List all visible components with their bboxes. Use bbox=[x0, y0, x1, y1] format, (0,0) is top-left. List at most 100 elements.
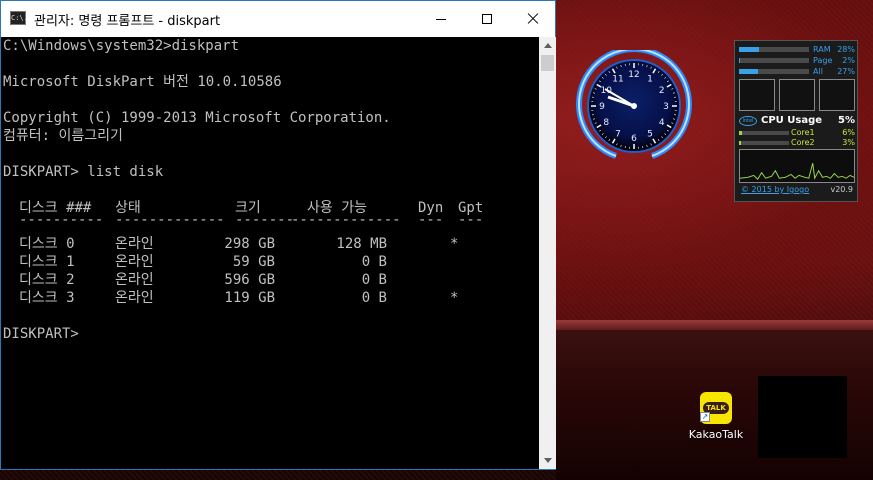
console-line: 컴퓨터: 이름그리기 bbox=[3, 128, 123, 144]
table-cell-size: 59 GB bbox=[232, 254, 275, 270]
maximize-icon bbox=[482, 14, 492, 24]
clock-gadget[interactable]: 12 12 3 45678 9 10 11 bbox=[573, 50, 695, 166]
system-meter-gadget[interactable]: RAM 28% Page 2% All 27% intel CPU Usage … bbox=[734, 40, 858, 202]
core1-bar-fill bbox=[739, 131, 742, 135]
kakaotalk-label[interactable]: KakaoTalk bbox=[682, 428, 750, 441]
clock-numeral: 11 bbox=[612, 74, 623, 84]
core2-label: Core2 bbox=[791, 138, 815, 147]
clock-numeral: 9 bbox=[599, 102, 605, 112]
ram-value: 28% bbox=[837, 45, 855, 54]
scroll-thumb[interactable] bbox=[541, 55, 554, 71]
meter-row-all: All 27% bbox=[739, 67, 855, 76]
maximize-button[interactable] bbox=[464, 1, 510, 37]
clock-numeral: 7 bbox=[615, 130, 621, 140]
meter-row-page: Page 2% bbox=[739, 56, 855, 65]
clock-numeral: 1 bbox=[647, 74, 653, 84]
core1-row: Core1 6% bbox=[739, 128, 855, 138]
clock-numeral: 3 bbox=[663, 102, 669, 112]
table-cell-status: 온라인 bbox=[115, 236, 154, 252]
table-cell-disk: 디스크 1 bbox=[19, 254, 75, 270]
meter-credit-link[interactable]: © 2015 by Igogo bbox=[741, 185, 809, 194]
table-cell-disk: 디스크 2 bbox=[19, 272, 75, 288]
scroll-down-button[interactable] bbox=[539, 452, 556, 469]
page-value: 2% bbox=[842, 56, 855, 65]
col-separator: ------- bbox=[235, 212, 295, 228]
core2-row: Core2 3% bbox=[739, 138, 855, 148]
console-line: Microsoft DiskPart 버전 10.0.10586 bbox=[3, 74, 282, 90]
table-cell-disk: 디스크 3 bbox=[19, 290, 75, 306]
table-cell-status: 온라인 bbox=[115, 290, 154, 306]
ram-label: RAM bbox=[813, 45, 831, 54]
cpu-usage-graph bbox=[739, 149, 855, 183]
console-output[interactable]: C:\Windows\system32>diskpart Microsoft D… bbox=[1, 37, 538, 469]
console-prompt[interactable]: DISKPART> bbox=[3, 325, 79, 343]
clock-numeral: 12 bbox=[628, 70, 639, 80]
all-bar-fill bbox=[739, 69, 758, 74]
core1-label: Core1 bbox=[791, 128, 815, 137]
meter-version: v20.9 bbox=[830, 185, 853, 194]
table-cell-free: 0 B bbox=[361, 254, 387, 270]
ram-bar bbox=[739, 47, 809, 52]
close-icon bbox=[527, 13, 539, 25]
table-cell-gpt: * bbox=[450, 236, 459, 252]
intel-logo-icon: intel bbox=[739, 116, 757, 126]
core1-value: 6% bbox=[842, 128, 855, 137]
title-bar[interactable]: C:\. 관리자: 명령 프롬프트 - diskpart bbox=[1, 1, 555, 37]
clock-numeral: 6 bbox=[631, 134, 637, 144]
all-graph bbox=[819, 79, 855, 111]
core1-bar bbox=[739, 131, 789, 135]
cmd-app-icon[interactable]: C:\. bbox=[10, 11, 28, 25]
page-bar-fill bbox=[739, 58, 741, 63]
minimize-button[interactable] bbox=[418, 1, 464, 37]
core2-value: 3% bbox=[842, 138, 855, 147]
table-cell-size: 119 GB bbox=[224, 290, 275, 306]
col-separator: ---------- bbox=[19, 212, 104, 228]
vertical-scrollbar[interactable] bbox=[539, 37, 556, 469]
table-cell-disk: 디스크 0 bbox=[19, 236, 75, 252]
col-separator: --- bbox=[418, 212, 444, 228]
kakaotalk-shortcut[interactable]: TALK ↗ bbox=[698, 390, 734, 426]
table-cell-status: 온라인 bbox=[115, 272, 154, 288]
table-cell-free: 128 MB bbox=[336, 236, 387, 252]
page-graph bbox=[779, 79, 815, 111]
cpu-value: 5% bbox=[838, 115, 855, 126]
console-line: DISKPART> list disk bbox=[3, 164, 164, 180]
table-cell-size: 298 GB bbox=[224, 236, 275, 252]
meter-row-ram: RAM 28% bbox=[739, 45, 855, 54]
table-cell-size: 596 GB bbox=[224, 272, 275, 288]
col-separator: ------------- bbox=[291, 212, 401, 228]
clock-numeral: 2 bbox=[659, 86, 665, 96]
shortcut-arrow-icon: ↗ bbox=[700, 412, 710, 422]
all-label: All bbox=[813, 67, 823, 76]
col-separator: ------------- bbox=[115, 212, 225, 228]
page-label: Page bbox=[813, 56, 833, 65]
page-bar bbox=[739, 58, 809, 63]
cpu-title: CPU Usage bbox=[761, 115, 823, 126]
redacted-area bbox=[758, 376, 847, 458]
memory-graph bbox=[739, 79, 775, 111]
arrow-down-icon bbox=[543, 458, 552, 463]
ram-bar-fill bbox=[739, 47, 759, 52]
scroll-up-button[interactable] bbox=[539, 37, 556, 54]
close-button[interactable] bbox=[510, 1, 556, 37]
table-cell-free: 0 B bbox=[361, 272, 387, 288]
table-cell-status: 온라인 bbox=[115, 254, 154, 270]
core2-bar-fill bbox=[739, 141, 741, 145]
cmd-window[interactable]: C:\. 관리자: 명령 프롬프트 - diskpart C:\Windows\… bbox=[0, 0, 556, 470]
console-line: Copyright (C) 1999-2013 Microsoft Corpor… bbox=[3, 110, 391, 126]
cpu-header: intel CPU Usage 5% bbox=[739, 115, 855, 127]
clock-numeral: 4 bbox=[659, 118, 665, 128]
clock-numeral: 5 bbox=[647, 130, 653, 140]
all-bar bbox=[739, 69, 809, 74]
clock-center bbox=[631, 103, 637, 109]
console-line: C:\Windows\system32>diskpart bbox=[3, 38, 240, 54]
col-separator: --- bbox=[458, 212, 484, 228]
arrow-up-icon bbox=[543, 43, 552, 48]
all-value: 27% bbox=[837, 67, 855, 76]
clock-numeral: 10 bbox=[601, 86, 613, 96]
clock-numeral: 8 bbox=[603, 118, 609, 128]
table-cell-free: 0 B bbox=[361, 290, 387, 306]
table-cell-gpt: * bbox=[450, 290, 459, 306]
window-title: 관리자: 명령 프롬프트 - diskpart bbox=[34, 14, 221, 29]
minimize-icon bbox=[436, 18, 446, 20]
